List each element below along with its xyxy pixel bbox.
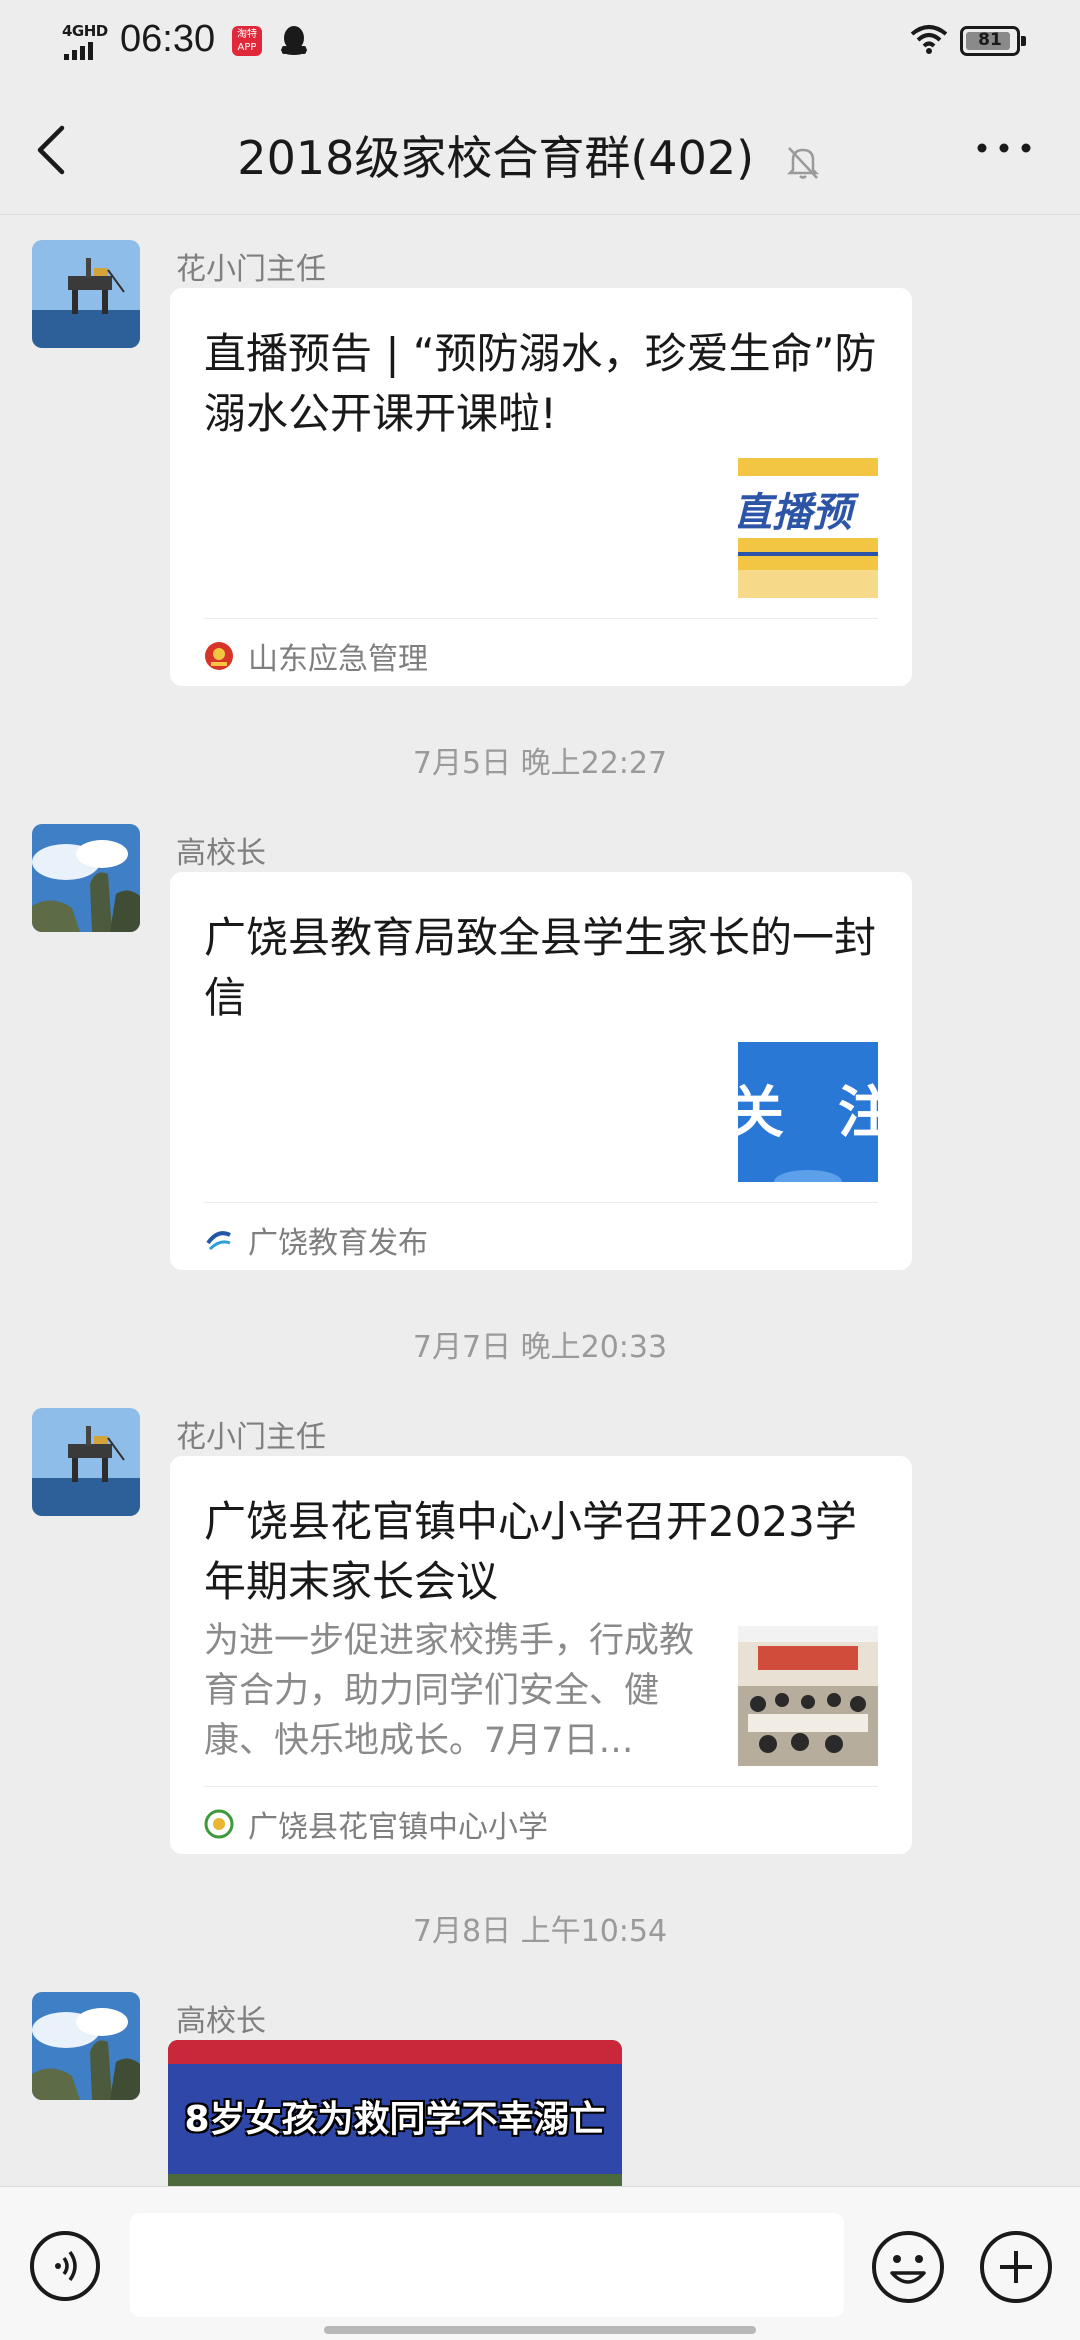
wifi-icon	[910, 25, 948, 54]
page-title: 2018级家校合育群(402)	[0, 122, 1080, 188]
video-card[interactable]: 8岁女孩为救同学不幸溺亡	[168, 2040, 622, 2186]
sender-name: 花小门主任	[176, 1420, 326, 1455]
status-bar: 4GHD 06:30 淘特 APP 81	[0, 0, 1080, 80]
article-card[interactable]: 直播预告 | “预防溺水，珍爱生命”防溺水公开课开课啦! 直播预 山东应急管理	[170, 288, 912, 686]
avatar[interactable]	[32, 1992, 140, 2100]
avatar[interactable]	[32, 240, 140, 348]
source-logo-icon	[205, 642, 233, 670]
svg-text:注: 注	[838, 1081, 878, 1146]
plus-icon[interactable]	[978, 2229, 1054, 2305]
avatar[interactable]	[32, 824, 140, 932]
app-notification-icon: 淘特 APP	[232, 26, 262, 56]
battery-level: 81	[978, 30, 1002, 50]
group-name: 2018级家校合育群(402)	[237, 131, 755, 185]
svg-text:直播预: 直播预	[738, 490, 860, 536]
source-name: 广饶县花官镇中心小学	[248, 1810, 548, 1845]
chat-screen: 4GHD 06:30 淘特 APP 81 2018级家校合育群(402) 花小门…	[0, 0, 1080, 2340]
article-summary: 为进一步促进家校携手，行成教育合力，助力同学们安全、健康、快乐地成长。7月7日…	[204, 1621, 695, 1761]
article-source: 广饶教育发布	[204, 1218, 428, 1262]
sender-name: 花小门主任	[176, 252, 326, 287]
source-name: 山东应急管理	[248, 642, 428, 677]
article-title: 广饶县教育局致全县学生家长的一封信	[204, 913, 877, 1022]
message-timestamp: 7月5日 晚上22:27	[412, 746, 668, 781]
home-indicator[interactable]	[324, 2326, 756, 2334]
svg-text:关: 关	[738, 1081, 784, 1146]
article-thumbnail: 关 注	[738, 1042, 878, 1182]
status-time: 06:30	[120, 18, 216, 60]
more-icon[interactable]	[974, 138, 1034, 158]
message-timestamp: 7月8日 上午10:54	[412, 1914, 668, 1949]
article-card[interactable]: 广饶县教育局致全县学生家长的一封信 关 注 广饶教育发布	[170, 872, 912, 1270]
signal-icon: 4GHD	[62, 22, 112, 60]
article-title: 直播预告 | “预防溺水，珍爱生命”防溺水公开课开课啦!	[204, 329, 877, 438]
sender-name: 高校长	[176, 836, 266, 871]
article-thumbnail: 直播预	[738, 458, 878, 598]
avatar[interactable]	[32, 1408, 140, 1516]
article-title: 广饶县花官镇中心小学召开2023学年期末家长会议	[204, 1497, 857, 1606]
mute-bell-icon	[786, 146, 819, 179]
network-type: 4GHD	[62, 22, 108, 40]
sender-name: 高校长	[176, 2004, 266, 2039]
source-logo-icon	[204, 1809, 234, 1839]
article-card[interactable]: 广饶县花官镇中心小学召开2023学年期末家长会议 为进一步促进家校携手，行成教育…	[170, 1456, 912, 1854]
message-timestamp: 7月7日 晚上20:33	[412, 1330, 668, 1365]
article-thumbnail	[738, 1626, 878, 1766]
video-title: 8岁女孩为救同学不幸溺亡	[184, 2099, 606, 2140]
battery-icon: 81	[960, 26, 1026, 56]
article-source: 山东应急管理	[204, 634, 428, 678]
source-logo-icon	[205, 1226, 233, 1254]
chat-header: 2018级家校合育群(402)	[0, 80, 1080, 215]
emoji-icon[interactable]	[870, 2229, 946, 2305]
message-list[interactable]: 花小门主任 直播预告 | “预防溺水，珍爱生命”防溺水公开课开课啦! 直播预 山…	[0, 216, 1080, 2186]
source-name: 广饶教育发布	[248, 1226, 428, 1261]
input-bar	[0, 2186, 1080, 2340]
message-input[interactable]	[130, 2213, 844, 2317]
article-source: 广饶县花官镇中心小学	[204, 1802, 548, 1846]
qq-icon	[281, 26, 307, 55]
voice-icon[interactable]	[28, 2229, 102, 2303]
